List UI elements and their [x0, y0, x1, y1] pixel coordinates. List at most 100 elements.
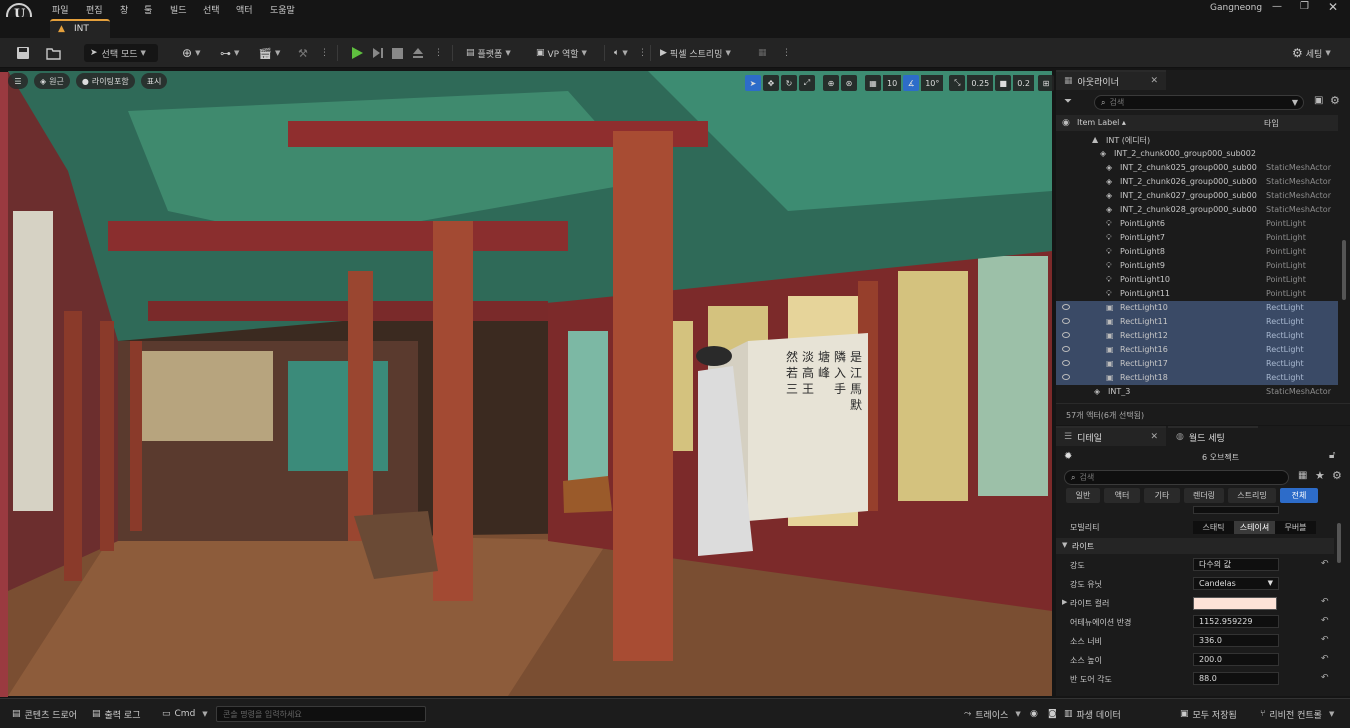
lock-icon[interactable]: 🔓︎ — [1329, 450, 1335, 461]
intensity-units-select[interactable]: Candelas ▼ — [1193, 577, 1279, 590]
eject-icon[interactable] — [412, 44, 424, 62]
minimize-icon[interactable]: — — [1272, 1, 1282, 12]
reset-icon[interactable]: ↶ — [1321, 654, 1329, 664]
filter-tab-rendering[interactable]: 렌더링 — [1184, 488, 1224, 503]
filter-tab-general[interactable]: 일반 — [1066, 488, 1100, 503]
reset-icon[interactable]: ↶ — [1321, 673, 1329, 683]
save-icon[interactable] — [16, 44, 30, 62]
scale-snap-value[interactable]: 0.25 — [967, 75, 994, 91]
menu-actor[interactable]: 액터 — [236, 3, 253, 16]
close-tab-icon[interactable]: ✕ — [1150, 432, 1158, 442]
settings-button[interactable]: ⚙ 세팅 ▼ — [1292, 44, 1331, 62]
scale-tool-icon[interactable]: ⤢ — [799, 75, 815, 91]
tab-int[interactable]: ▲ INT — [50, 19, 110, 38]
maximize-icon[interactable]: ❐ — [1300, 1, 1309, 12]
mobility-toggle[interactable]: 스태틱 스테이셔 무버블 — [1193, 521, 1316, 534]
visibility-eye-icon[interactable] — [1062, 374, 1070, 380]
outliner-row[interactable]: ◈ INT_2_chunk026_group000_sub00 StaticMesh… — [1056, 175, 1338, 189]
visibility-eye-icon[interactable] — [1062, 318, 1070, 324]
outliner-row[interactable]: ◈ INT_2_chunk025_group000_sub00 StaticMesh… — [1056, 161, 1338, 175]
maximize-viewport-icon[interactable]: ⊞ — [1037, 75, 1054, 91]
reset-icon[interactable]: ↶ — [1321, 597, 1329, 607]
step-icon[interactable] — [372, 44, 384, 62]
visibility-eye-icon[interactable] — [1062, 332, 1070, 338]
barn-door-angle-field[interactable]: 88.0 — [1193, 672, 1279, 685]
reset-icon[interactable]: ↶ — [1321, 559, 1329, 569]
outliner-row[interactable]: 💡︎ PointLight7 PointLight — [1056, 231, 1338, 245]
visibility-eye-icon[interactable] — [1062, 360, 1070, 366]
wand-icon[interactable]: ⚒ — [298, 44, 308, 62]
mobility-movable[interactable]: 무버블 — [1275, 521, 1316, 534]
gear-icon[interactable]: ⚙ — [1332, 469, 1342, 482]
angle-snap-value[interactable]: 10° — [921, 75, 944, 91]
visibility-eye-icon[interactable] — [1062, 346, 1070, 352]
reset-icon[interactable]: ↶ — [1321, 616, 1329, 626]
outliner-row[interactable]: ◈ INT_2_chunk028_group000_sub00 StaticMesh… — [1056, 203, 1338, 217]
chevron-right-icon[interactable]: ▶ — [1062, 598, 1067, 606]
outliner-row[interactable]: ▣ RectLight17 RectLight — [1056, 357, 1338, 371]
platforms-button[interactable]: ▤ 플랫폼 ▼ — [466, 44, 511, 62]
cmd-dropdown[interactable]: ▭ Cmd ▼ — [162, 706, 208, 722]
angle-snap-icon[interactable]: ∡ — [903, 75, 920, 91]
details-search-input[interactable]: ⌕ 검색 — [1064, 470, 1289, 485]
gear-icon[interactable]: ⚙ — [1330, 94, 1340, 107]
level-viewport[interactable]: 然 若 三 淡 高 王 塘 峰 隣 入 手 是 江 馬 默 — [8, 71, 1052, 696]
menu-build[interactable]: 빌드 — [170, 3, 187, 16]
outliner-row[interactable]: 💡︎ PointLight8 PointLight — [1056, 245, 1338, 259]
camera-speed-value[interactable]: 0.2 — [1013, 75, 1034, 91]
outliner-row[interactable]: ◈ INT_2_chunk000_group000_sub002 — [1056, 147, 1338, 161]
details-scrollbar[interactable] — [1336, 518, 1342, 688]
record-icon[interactable]: ◉ — [1030, 706, 1038, 722]
outliner-scrollbar[interactable] — [1338, 115, 1350, 395]
close-tab-icon[interactable]: ✕ — [1150, 76, 1158, 86]
light-color-swatch[interactable] — [1193, 597, 1277, 610]
derived-data-button[interactable]: ▥ 파생 데이터 — [1064, 706, 1121, 722]
scrollbar-thumb[interactable] — [1337, 523, 1341, 563]
menu-file[interactable]: 파일 — [52, 3, 69, 16]
menu-help[interactable]: 도움말 — [270, 3, 295, 16]
blueprint-button[interactable]: ⊶ ▼ — [220, 44, 239, 62]
more-options-icon[interactable]: ⋮ — [320, 44, 329, 62]
menu-edit[interactable]: 편집 — [86, 3, 103, 16]
outliner-row[interactable]: 💡︎ PointLight10 PointLight — [1056, 273, 1338, 287]
outliner-row[interactable]: ◈ INT_3 StaticMeshActor — [1056, 385, 1338, 399]
camera-icon[interactable]: ◙ — [1048, 706, 1057, 722]
save-all-button[interactable]: ▣ 모두 저장됨 — [1180, 706, 1237, 722]
select-tool-icon[interactable]: ➤ — [745, 75, 761, 91]
star-icon[interactable]: ★ — [1315, 469, 1325, 482]
perspective-button[interactable]: ◈ 원근 — [34, 73, 70, 89]
intensity-field[interactable]: 다수의 값 — [1193, 558, 1279, 571]
console-input[interactable]: 콘솔 명령을 입력하세요 — [216, 706, 426, 722]
filter-tab-actor[interactable]: 액터 — [1104, 488, 1140, 503]
outliner-row[interactable]: ▲ INT (에디터) — [1056, 133, 1338, 147]
grid-snap-icon[interactable]: ▦ — [865, 75, 881, 91]
outliner-row[interactable]: 💡︎ PointLight6 PointLight — [1056, 217, 1338, 231]
output-log-button[interactable]: ▤ 출력 로그 — [92, 706, 141, 722]
add-folder-icon[interactable]: ▣ — [1314, 95, 1323, 106]
filter-icon[interactable]: ⏷ — [1064, 96, 1072, 107]
col-item-label[interactable]: Item Label ▴ — [1077, 118, 1126, 127]
grid-view-icon[interactable]: ▦ — [1298, 470, 1307, 481]
browse-icon[interactable] — [46, 44, 62, 62]
outliner-row[interactable]: ▣ RectLight16 RectLight — [1056, 343, 1338, 357]
sound-button[interactable]: 🔈︎ ▼ — [614, 44, 628, 62]
attenuation-radius-field[interactable]: 1152.959229 — [1193, 615, 1279, 628]
filter-tab-misc[interactable]: 기타 — [1144, 488, 1180, 503]
play-options-icon[interactable]: ⋮ — [434, 44, 443, 62]
visibility-eye-icon[interactable] — [1062, 304, 1070, 310]
surface-snap-icon[interactable]: ⊛ — [841, 75, 857, 91]
col-type[interactable]: 타입 — [1264, 118, 1279, 129]
world-space-icon[interactable]: ⊕ — [823, 75, 839, 91]
reset-icon[interactable]: ↶ — [1321, 635, 1329, 645]
content-drawer-button[interactable]: ▤ 콘텐츠 드로어 — [12, 706, 77, 722]
play-button[interactable] — [350, 44, 364, 62]
select-mode-button[interactable]: ➤ 선택 모드 ▼ — [84, 44, 158, 62]
scrollbar-thumb[interactable] — [1342, 240, 1346, 300]
menu-select[interactable]: 선택 — [203, 3, 220, 16]
source-width-field[interactable]: 336.0 — [1193, 634, 1279, 647]
cinematics-button[interactable]: 🎬︎ ▼ — [258, 44, 280, 62]
outliner-row[interactable]: ▣ RectLight12 RectLight — [1056, 329, 1338, 343]
mobility-static[interactable]: 스태틱 — [1193, 521, 1234, 534]
show-button[interactable]: 표시 — [140, 73, 168, 89]
pixel-streaming-button[interactable]: ▶ 픽셀 스트리밍 ▼ — [660, 44, 731, 62]
